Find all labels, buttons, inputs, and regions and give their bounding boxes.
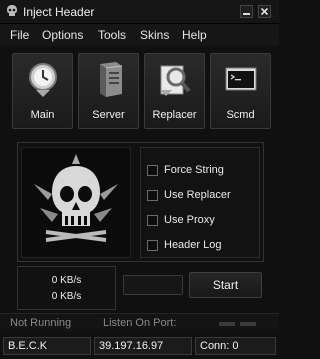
skull-app-icon: [5, 4, 19, 18]
status-indicator-right: [240, 322, 256, 326]
header-log-label: Header Log: [164, 239, 222, 251]
status-bar: Not Running Listen On Port:: [0, 313, 279, 331]
toolbar-server-button[interactable]: Server: [78, 53, 139, 129]
upload-rate: 0 KB/s: [51, 275, 82, 286]
download-rate: 0 KB/s: [51, 291, 82, 302]
use-proxy-option[interactable]: Use Proxy: [147, 212, 257, 230]
status-indicator-left: [219, 322, 235, 326]
connection-count: Conn: 0: [195, 337, 276, 355]
console-icon: [224, 60, 258, 98]
header-log-checkbox[interactable]: [147, 240, 158, 251]
start-button[interactable]: Start: [189, 272, 262, 298]
menu-bar: File Options Tools Skins Help: [0, 24, 279, 46]
toolbar-main-label: Main: [30, 109, 55, 121]
server-icon: [92, 60, 126, 98]
close-button[interactable]: [258, 5, 271, 18]
menu-tools[interactable]: Tools: [98, 28, 126, 42]
ip-address: 39.197.16.97: [94, 337, 192, 355]
user-name: B.E.C.K: [3, 337, 91, 355]
use-proxy-label: Use Proxy: [164, 214, 215, 226]
force-string-label: Force String: [164, 164, 224, 176]
title-bar: Inject Header: [0, 0, 279, 24]
use-replacer-option[interactable]: Use Replacer: [147, 187, 257, 205]
force-string-checkbox[interactable]: [147, 165, 158, 176]
use-proxy-checkbox[interactable]: [147, 215, 158, 226]
progress-indicator: [123, 275, 183, 295]
listen-port-label: Listen On Port:: [103, 317, 177, 329]
transfer-stats: 0 KB/s 0 KB/s: [17, 266, 116, 310]
menu-file[interactable]: File: [10, 28, 29, 42]
menu-skins[interactable]: Skins: [140, 28, 169, 42]
toolbar-replacer-button[interactable]: Replacer: [144, 53, 205, 129]
header-log-option[interactable]: Header Log: [147, 237, 257, 255]
toolbar: Main Server Replacer Scmd: [0, 50, 279, 132]
window-title: Inject Header: [23, 5, 95, 19]
replacer-magnifier-icon: [158, 60, 192, 98]
toolbar-replacer-label: Replacer: [152, 109, 197, 121]
menu-help[interactable]: Help: [182, 28, 207, 42]
toolbar-scmd-label: Scmd: [226, 109, 255, 121]
force-string-option[interactable]: Force String: [147, 162, 257, 180]
info-bar: B.E.C.K 39.197.16.97 Conn: 0: [0, 336, 279, 357]
menu-options[interactable]: Options: [42, 28, 83, 42]
toolbar-scmd-button[interactable]: Scmd: [210, 53, 271, 129]
skull-emblem-logo: [21, 147, 131, 258]
toolbar-main-button[interactable]: Main: [12, 53, 73, 129]
use-replacer-label: Use Replacer: [164, 189, 231, 201]
options-group: Force String Use Replacer Use Proxy Head…: [140, 147, 260, 258]
clock-arrow-icon: [26, 60, 60, 98]
main-panel: Force String Use Replacer Use Proxy Head…: [17, 142, 264, 262]
minimize-button[interactable]: [240, 5, 253, 18]
toolbar-server-label: Server: [92, 109, 125, 121]
running-status: Not Running: [10, 317, 72, 329]
use-replacer-checkbox[interactable]: [147, 190, 158, 201]
